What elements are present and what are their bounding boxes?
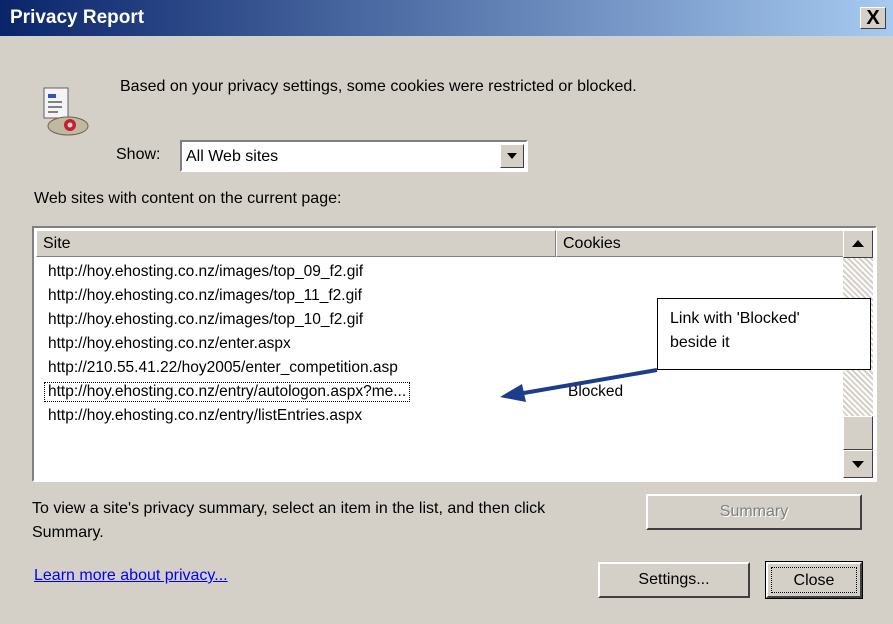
learn-more-link[interactable]: Learn more about privacy... — [34, 567, 228, 585]
scroll-up-button[interactable] — [843, 230, 873, 258]
summary-hint: To view a site's privacy summary, select… — [32, 500, 546, 541]
dropdown-arrow-button[interactable] — [500, 144, 524, 168]
cookie-status: Blocked — [568, 383, 624, 400]
summary-button[interactable]: Summary — [646, 494, 862, 530]
privacy-report-icon — [43, 87, 89, 136]
site-url: http://hoy.ehosting.co.nz/images/top_11_… — [48, 287, 362, 304]
show-selected-value: All Web sites — [186, 148, 279, 165]
window-title: Privacy Report — [10, 7, 145, 28]
close-button[interactable]: Close — [765, 561, 863, 599]
site-url: http://hoy.ehosting.co.nz/enter.aspx — [48, 335, 291, 352]
site-url: http://210.55.41.22/hoy2005/enter_compet… — [48, 359, 398, 376]
site-url: http://hoy.ehosting.co.nz/images/top_10_… — [48, 311, 364, 328]
chevron-up-icon — [852, 240, 864, 247]
close-button-label: Close — [771, 567, 857, 593]
settings-button[interactable]: Settings... — [598, 562, 750, 598]
show-dropdown[interactable]: All Web sites — [180, 140, 528, 172]
chevron-down-icon — [507, 153, 517, 159]
title-bar: Privacy Report X — [0, 0, 893, 36]
annotation-line-1: Link with 'Blocked' — [670, 310, 800, 327]
scroll-down-button[interactable] — [843, 450, 873, 478]
show-label: Show: — [116, 146, 161, 163]
site-url: http://hoy.ehosting.co.nz/entry/listEntr… — [48, 407, 363, 424]
column-header-cookies[interactable]: Cookies — [556, 230, 846, 257]
annotation-line-2: beside it — [670, 334, 730, 351]
annotation-callout: Link with 'Blocked' beside it — [657, 298, 871, 370]
chevron-down-icon — [852, 461, 864, 468]
site-url: http://hoy.ehosting.co.nz/images/top_09_… — [48, 263, 364, 280]
info-message: Based on your privacy settings, some coo… — [120, 78, 637, 95]
close-window-button[interactable]: X — [860, 7, 886, 29]
site-url: http://hoy.ehosting.co.nz/entry/autologo… — [43, 382, 411, 402]
scrollbar-thumb[interactable] — [843, 416, 873, 450]
sites-list-label: Web sites with content on the current pa… — [34, 190, 342, 207]
column-header-site[interactable]: Site — [36, 230, 556, 257]
